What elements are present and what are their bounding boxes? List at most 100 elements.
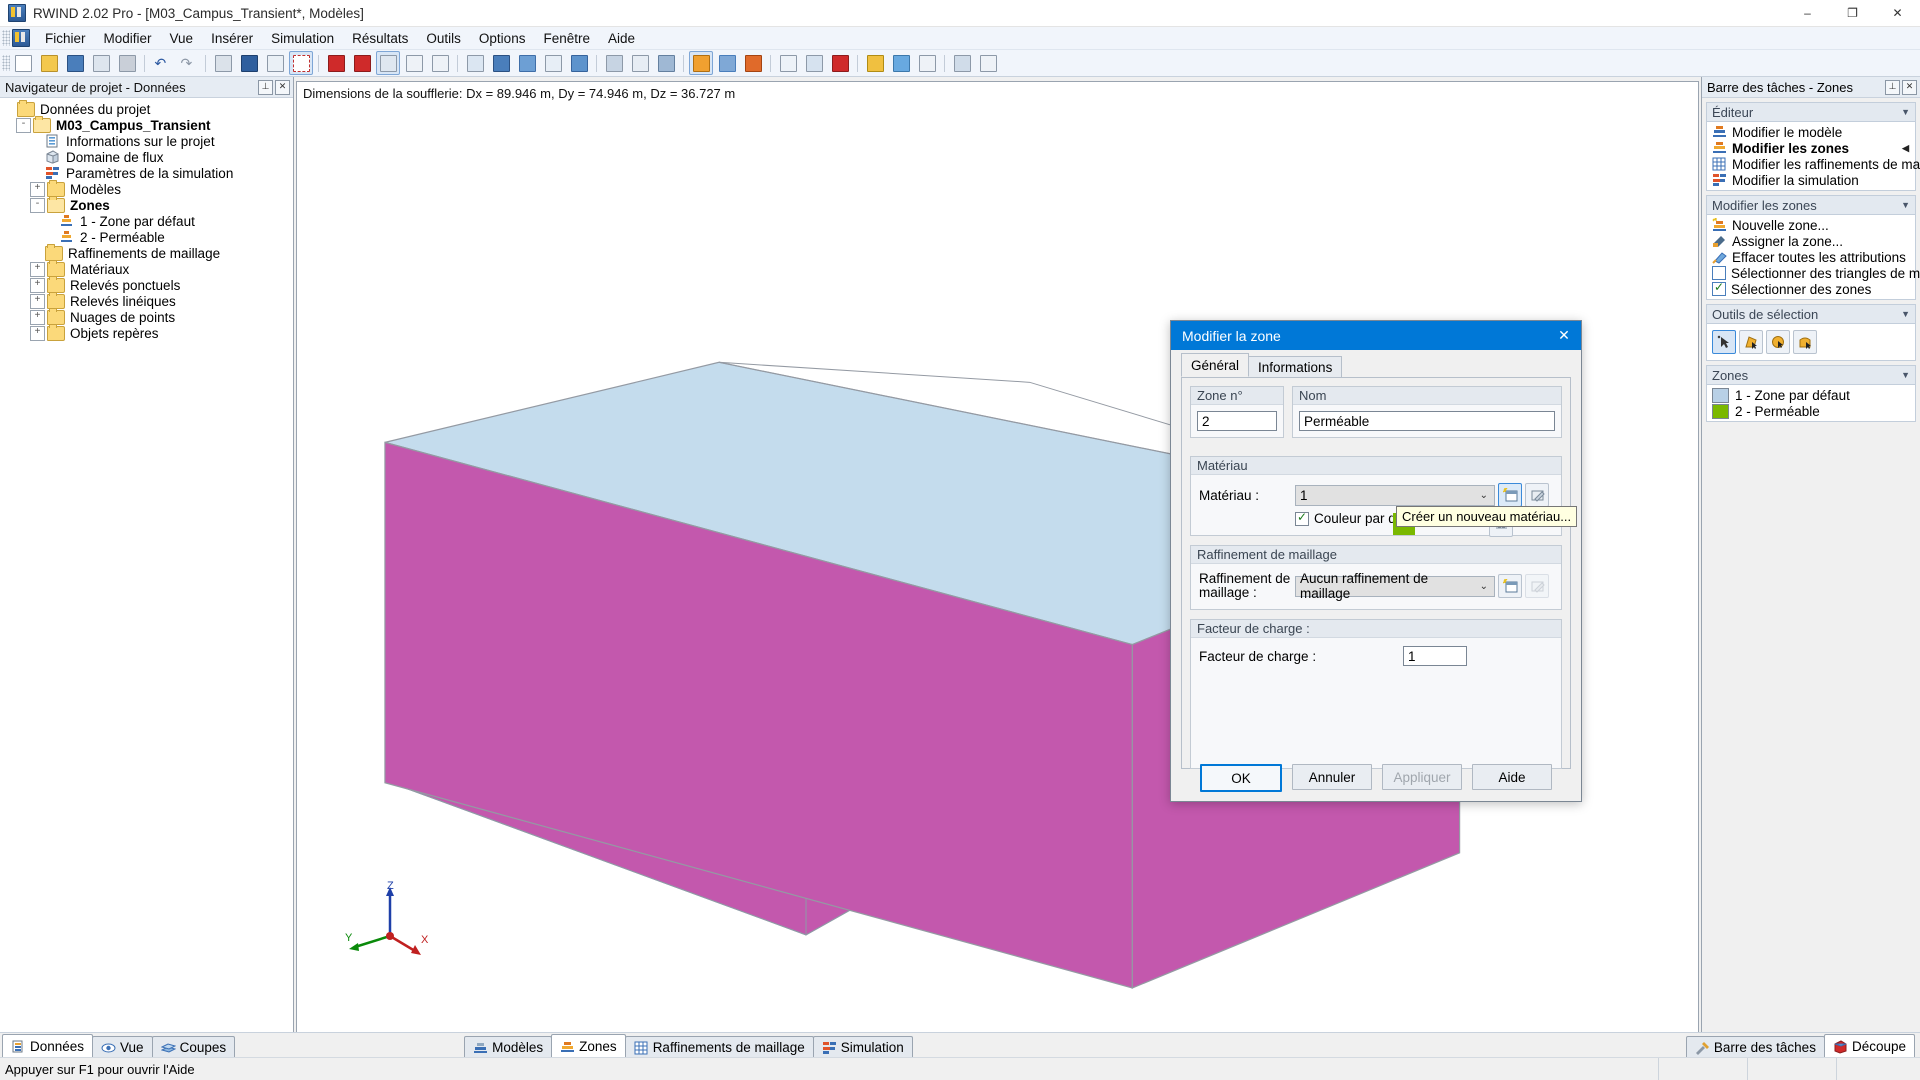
tree-item[interactable]: + Matériaux [0, 259, 293, 277]
menu-item-simulation[interactable]: Simulation [262, 29, 343, 48]
edit-zones-toolbar-button[interactable] [689, 51, 713, 75]
tree-item[interactable]: Raffinements de maillage [0, 243, 293, 261]
view-iso-button[interactable] [376, 51, 400, 75]
taskbar-pin-button[interactable]: ⊥ [1885, 79, 1900, 95]
selection-box-button[interactable] [289, 51, 313, 75]
tab-vue[interactable]: Vue [92, 1036, 153, 1058]
group-header-editeur[interactable]: Éditeur ▼ [1706, 102, 1916, 122]
grid-snap-button[interactable] [263, 51, 287, 75]
save-as-button[interactable] [89, 51, 113, 75]
group-header-outils-de-selection[interactable]: Outils de sélection ▼ [1706, 304, 1916, 324]
open-file-button[interactable] [37, 51, 61, 75]
tree-item[interactable]: - M03_Campus_Transient [0, 115, 293, 133]
maximize-button[interactable]: ❐ [1830, 0, 1875, 26]
taskbar-item-modifier-le-modele[interactable]: Modifier le modèle [1707, 124, 1915, 140]
edit-simulation-toolbar-button[interactable] [741, 51, 765, 75]
menu-item-resultats[interactable]: Résultats [343, 29, 417, 48]
menu-item-modifier[interactable]: Modifier [95, 29, 161, 48]
chevron-down-icon[interactable]: ▼ [1901, 370, 1910, 380]
tab-donnees[interactable]: Données [2, 1034, 94, 1058]
tree-item[interactable]: Paramètres de la simulation [0, 165, 293, 181]
tree-item[interactable]: + Relevés linéiques [0, 291, 293, 309]
expand-icon[interactable]: + [30, 325, 45, 341]
tab-raffinements-de-maillage[interactable]: Raffinements de maillage [624, 1036, 814, 1058]
taskbar-item-assigner-la-zone[interactable]: Assigner la zone... [1707, 233, 1915, 249]
edit-refinements-toolbar-button[interactable] [715, 51, 739, 75]
mesh-display-button[interactable] [211, 51, 235, 75]
menu-item-aide[interactable]: Aide [599, 29, 644, 48]
view-top-button[interactable] [402, 51, 426, 75]
view-back-button[interactable] [350, 51, 374, 75]
default-color-checkbox[interactable] [1295, 510, 1309, 526]
section-button[interactable] [802, 51, 826, 75]
polygon-select-icon[interactable] [1739, 330, 1763, 354]
minimize-button[interactable]: ‒ [1785, 0, 1830, 26]
wind-profile-button[interactable] [950, 51, 974, 75]
taskbar-item-modifier-les-zones[interactable]: Modifier les zones ◀ [1707, 140, 1915, 156]
new-refinement-button[interactable] [1498, 574, 1522, 598]
chevron-down-icon[interactable]: ▼ [1901, 107, 1910, 117]
tree-item[interactable]: + Objets repères [0, 323, 293, 341]
tree-item[interactable]: 2 - Perméable [0, 229, 293, 245]
expand-icon[interactable]: + [30, 181, 45, 197]
pan-button[interactable] [515, 51, 539, 75]
tree-item[interactable]: Domaine de flux [0, 149, 293, 165]
tree-item[interactable]: + Relevés ponctuels [0, 275, 293, 293]
new-material-button[interactable] [1498, 483, 1522, 507]
menu-item-inserer[interactable]: Insérer [202, 29, 262, 48]
project-tree[interactable]: Données du projet - M03_Campus_Transient In… [0, 98, 293, 1036]
measure-button[interactable] [776, 51, 800, 75]
close-button[interactable]: ✕ [1875, 0, 1920, 26]
menu-item-outils[interactable]: Outils [417, 29, 470, 48]
zone-list-item-2[interactable]: 2 - Perméable [1707, 403, 1915, 419]
expand-icon[interactable]: + [30, 277, 45, 293]
load-factor-input[interactable]: 1 [1403, 646, 1467, 666]
menu-item-vue[interactable]: Vue [161, 29, 203, 48]
tab-general[interactable]: Général [1181, 353, 1250, 377]
tree-item[interactable]: Informations sur le projet [0, 133, 293, 149]
tree-item[interactable]: Données du projet [0, 99, 293, 117]
expand-icon[interactable]: + [30, 261, 45, 277]
collapse-icon[interactable]: - [30, 197, 45, 213]
probe-button[interactable] [976, 51, 1000, 75]
material-select[interactable]: 1 ⌄ [1295, 484, 1495, 506]
dialog-close-icon[interactable]: ✕ [1547, 321, 1581, 350]
redo-button[interactable]: ↷ [176, 51, 200, 75]
animate-button[interactable] [889, 51, 913, 75]
group-header-modifier-les-zones[interactable]: Modifier les zones ▼ [1706, 195, 1916, 215]
snapshot-button[interactable] [828, 51, 852, 75]
print-button[interactable] [115, 51, 139, 75]
tree-item[interactable]: 1 - Zone par défaut [0, 213, 293, 229]
ok-button[interactable]: OK [1200, 764, 1282, 792]
undo-button[interactable]: ↶ [150, 51, 174, 75]
render-wire-button[interactable] [628, 51, 652, 75]
group-header-zones[interactable]: Zones ▼ [1706, 365, 1916, 385]
export-button[interactable] [915, 51, 939, 75]
new-file-button[interactable] [11, 51, 35, 75]
modifier-la-zone-dialog[interactable]: Modifier la zone ✕ Général Informations … [1170, 320, 1582, 802]
menu-item-options[interactable]: Options [470, 29, 535, 48]
view-left-button[interactable] [428, 51, 452, 75]
menu-item-fenetre[interactable]: Fenêtre [534, 29, 599, 48]
tab-modeles[interactable]: Modèles [464, 1036, 553, 1058]
flow-display-button[interactable] [237, 51, 261, 75]
tree-item[interactable]: + Modèles [0, 179, 293, 197]
zone-name-input[interactable]: Perméable [1299, 411, 1555, 431]
tab-zones[interactable]: Zones [551, 1034, 626, 1058]
tab-barre-des-taches[interactable]: Barre des tâches [1685, 1036, 1825, 1058]
zone-list-item-1[interactable]: 1 - Zone par défaut [1707, 387, 1915, 403]
tab-coupes[interactable]: Coupes [151, 1036, 236, 1058]
pointer-select-icon[interactable] [1712, 330, 1736, 354]
zoom-all-button[interactable] [489, 51, 513, 75]
menu-grip-handle[interactable] [2, 30, 10, 46]
edit-material-button[interactable] [1525, 483, 1549, 507]
zoom-window-button[interactable] [463, 51, 487, 75]
taskbar-close-button[interactable]: ✕ [1902, 79, 1917, 95]
zone-number-input[interactable]: 2 [1197, 411, 1277, 431]
dialog-title-bar[interactable]: Modifier la zone ✕ [1171, 321, 1581, 350]
checkbox-checked-icon[interactable] [1712, 280, 1726, 296]
save-button[interactable] [63, 51, 87, 75]
taskbar-item-selectionner-triangles[interactable]: Sélectionner des triangles de mai... [1707, 265, 1920, 281]
rotate-button[interactable] [567, 51, 591, 75]
help-button[interactable]: Aide [1472, 764, 1552, 790]
